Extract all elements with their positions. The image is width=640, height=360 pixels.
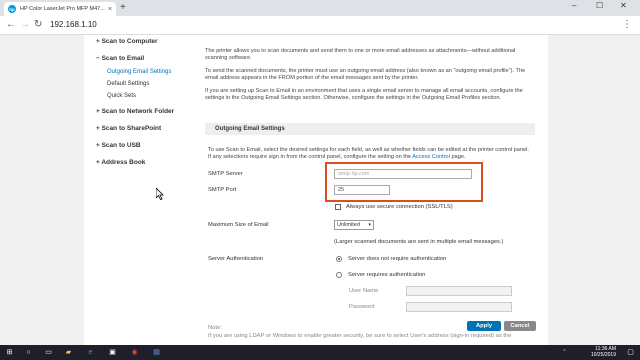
ssl-checkbox[interactable]	[335, 204, 341, 210]
intro-paragraph-3: If you are setting up Scan to Email in a…	[205, 88, 523, 101]
tab-strip: hp HP Color LaserJet Pro MFP M47... × + …	[0, 0, 640, 16]
smtp-port-label: SMTP Port	[208, 187, 237, 193]
notifications-icon[interactable]: ▢	[626, 348, 635, 357]
forward-arrow-icon[interactable]: →	[20, 19, 30, 31]
close-tab-icon[interactable]: ×	[106, 6, 114, 13]
max-size-label: Maximum Size of Email	[208, 222, 269, 228]
sidebar-group-scan-to-email: − Scan to Email Outgoing Email Settings …	[96, 55, 196, 102]
chrome-icon[interactable]: ◉	[130, 348, 139, 357]
description-text: To use Scan to Email, select the desired…	[208, 147, 529, 160]
browser-tab[interactable]: hp HP Color LaserJet Pro MFP M47... ×	[4, 2, 116, 16]
max-size-value: Unlimited	[337, 222, 360, 228]
browser-toolbar: ← → ↻ 192.168.1.10 ⋮	[0, 16, 640, 35]
user-name-label: User Name	[349, 288, 379, 294]
store-icon[interactable]: ▣	[108, 348, 117, 357]
file-explorer-icon[interactable]: ▰	[64, 348, 73, 357]
menu-icon[interactable]: ⋮	[622, 19, 632, 31]
reload-icon[interactable]: ↻	[34, 19, 42, 31]
note-text: If you are using LDAP or Windows to enab…	[208, 333, 512, 339]
sidebar-item-scan-to-network-folder[interactable]: + Scan to Network Folder	[96, 108, 196, 116]
windows-start-icon[interactable]: ⊞	[5, 348, 14, 357]
highlight-box	[325, 162, 483, 202]
mouse-cursor-icon	[156, 188, 164, 200]
sidebar-item-address-book[interactable]: + Address Book	[96, 159, 196, 167]
app-icon[interactable]: ▤	[152, 348, 161, 357]
smtp-server-label: SMTP Server	[208, 171, 243, 177]
clock[interactable]: 11:36 AM 10/25/2019	[591, 346, 616, 358]
tab-title: HP Color LaserJet Pro MFP M47...	[20, 6, 105, 12]
access-control-link[interactable]: Access Control	[412, 154, 450, 160]
sidebar-item-default-settings[interactable]: Default Settings	[96, 78, 196, 90]
close-window-button[interactable]: ✕	[620, 1, 627, 10]
apply-button[interactable]: Apply	[467, 321, 501, 331]
sidebar-item-outgoing-email-settings[interactable]: Outgoing Email Settings	[96, 66, 196, 78]
edge-browser-icon[interactable]: e	[86, 348, 95, 357]
user-name-input[interactable]	[406, 286, 512, 296]
search-icon[interactable]: ○	[24, 348, 33, 357]
description-text-end: page.	[451, 154, 466, 160]
auth-required-label: Server requires authentication	[348, 272, 426, 278]
clock-date: 10/25/2019	[590, 352, 616, 358]
auth-none-label: Server does not require authentication	[348, 256, 447, 262]
hp-favicon-icon: hp	[8, 5, 16, 13]
taskbar: ⊞ ○ ▭ ▰ e ▣ ◉ ▤ ⌃ 11:36 AM 10/25/2019 ▢	[0, 345, 640, 360]
sidebar-item-quick-sets[interactable]: Quick Sets	[96, 90, 196, 102]
note-label: Note:	[208, 325, 222, 331]
auth-required-radio[interactable]	[336, 272, 342, 278]
task-view-icon[interactable]: ▭	[44, 348, 53, 357]
password-label: Password	[349, 304, 375, 310]
maximize-button[interactable]: ☐	[596, 1, 603, 10]
sidebar-item-scan-to-email[interactable]: − Scan to Email	[96, 55, 196, 63]
max-size-select[interactable]: Unlimited ▾	[334, 220, 374, 230]
ssl-label: Always use secure connection (SSL/TLS)	[346, 204, 453, 210]
intro-paragraph-1: The printer allows you to scan documents…	[205, 48, 516, 61]
chevron-down-icon: ▾	[368, 222, 371, 228]
auth-none-radio[interactable]	[336, 256, 342, 262]
sidebar-item-scan-to-sharepoint[interactable]: + Scan to SharePoint	[96, 125, 196, 133]
intro-paragraph-2: To send the scanned documents, the print…	[205, 68, 526, 81]
sidebar-item-scan-to-computer[interactable]: + Scan to Computer	[96, 38, 196, 46]
intro-text: The printer allows you to scan documents…	[205, 48, 535, 108]
section-description: To use Scan to Email, select the desired…	[208, 147, 533, 161]
section-header-outgoing-email: Outgoing Email Settings	[205, 123, 535, 135]
sidebar-item-scan-to-usb[interactable]: + Scan to USB	[96, 142, 196, 150]
back-arrow-icon[interactable]: ←	[6, 19, 16, 31]
password-input[interactable]	[406, 302, 512, 312]
address-bar[interactable]: 192.168.1.10	[50, 19, 97, 31]
minimize-button[interactable]: –	[572, 1, 576, 10]
cancel-button[interactable]: Cancel	[504, 321, 536, 331]
new-tab-button[interactable]: +	[120, 2, 126, 14]
system-tray-icon[interactable]: ⌃	[560, 348, 569, 357]
sidebar: + Scan to Computer − Scan to Email Outgo…	[96, 38, 196, 176]
max-size-note: (Larger scanned documents are sent in mu…	[334, 239, 504, 245]
server-auth-label: Server Authentication	[208, 256, 264, 262]
